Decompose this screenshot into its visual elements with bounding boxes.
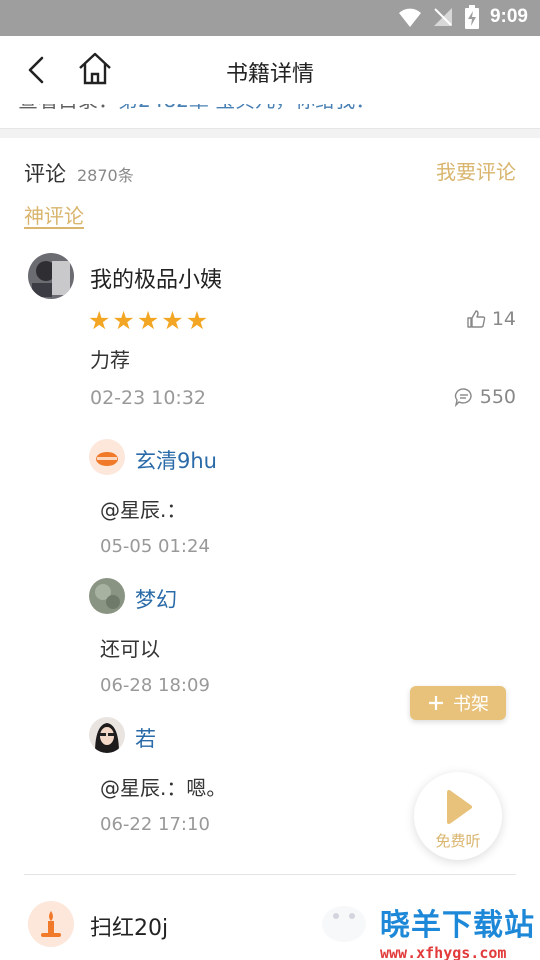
avatar[interactable] [28, 901, 74, 947]
avatar[interactable] [89, 717, 125, 753]
like-count: 14 [491, 308, 516, 330]
plus-icon [429, 696, 443, 710]
star-icon: ★ [185, 306, 209, 335]
status-time: 9:09 [489, 6, 528, 27]
star-icon: ★ [161, 306, 184, 335]
status-icons: 9:09 [398, 5, 528, 29]
reply-time: 06-22 17:10 [100, 814, 210, 835]
reply-count: 550 [479, 386, 516, 408]
like-button[interactable]: 14 [466, 308, 516, 330]
reply-time: 06-28 18:09 [100, 675, 210, 696]
reply-text: @星辰.：嗯。 [100, 776, 227, 800]
reply-username[interactable]: 梦幻 [135, 584, 177, 614]
comments-count: 2870条 [77, 166, 134, 185]
comment-username[interactable]: 扫红20j [90, 910, 168, 942]
reply-username[interactable]: 玄清9hu [135, 445, 217, 475]
star-icon: ★ [136, 306, 160, 335]
reply-time: 05-05 01:24 [100, 536, 210, 557]
watermark-url: www.xfhygs.com [380, 944, 507, 960]
free-listen-button[interactable]: 免费听 [414, 772, 502, 860]
watermark: 晓羊下载站 www.xfhygs.com [380, 900, 535, 960]
star-icon: ★ [88, 306, 111, 335]
play-icon [447, 790, 472, 824]
write-comment-button[interactable]: 我要评论 [436, 156, 516, 185]
divider [24, 874, 516, 875]
avatar[interactable] [89, 578, 125, 614]
section-separator [0, 128, 540, 138]
comment-bubble-icon [454, 388, 472, 407]
page-title: 书籍详情 [225, 62, 314, 87]
no-signal-icon [433, 8, 452, 26]
thumbs-up-icon [467, 310, 486, 328]
comments-title: 评论 [24, 162, 66, 186]
star-icon: ★ [112, 306, 135, 335]
wifi-icon [398, 8, 421, 27]
reply-button[interactable]: 550 [454, 386, 516, 408]
tab-god-comments[interactable]: 神评论 [24, 200, 84, 229]
comment-username[interactable]: 我的极品小姨 [90, 262, 222, 294]
battery-charging-icon [464, 5, 479, 29]
reply-username[interactable]: 若 [135, 723, 156, 753]
free-listen-label: 免费听 [435, 832, 481, 850]
add-to-shelf-button[interactable]: 书架 [410, 686, 506, 720]
avatar[interactable] [89, 439, 125, 475]
avatar[interactable] [28, 253, 74, 299]
sheep-logo-icon [322, 906, 366, 942]
reply-text: 还可以 [100, 637, 160, 661]
comment-time: 02-23 10:32 [90, 387, 207, 409]
rating-stars: ★ ★ ★ ★ ★ [88, 308, 208, 333]
status-bar: 9:09 [0, 0, 540, 36]
watermark-name: 晓羊下载站 [380, 908, 535, 943]
reply-text: @星辰.： [100, 498, 187, 522]
nav-bar: 书籍详情 [0, 36, 540, 104]
shelf-label: 书架 [453, 694, 489, 715]
comment-text: 力荐 [90, 348, 130, 372]
comments-header: 评论 2870条 我要评论 [0, 150, 540, 190]
